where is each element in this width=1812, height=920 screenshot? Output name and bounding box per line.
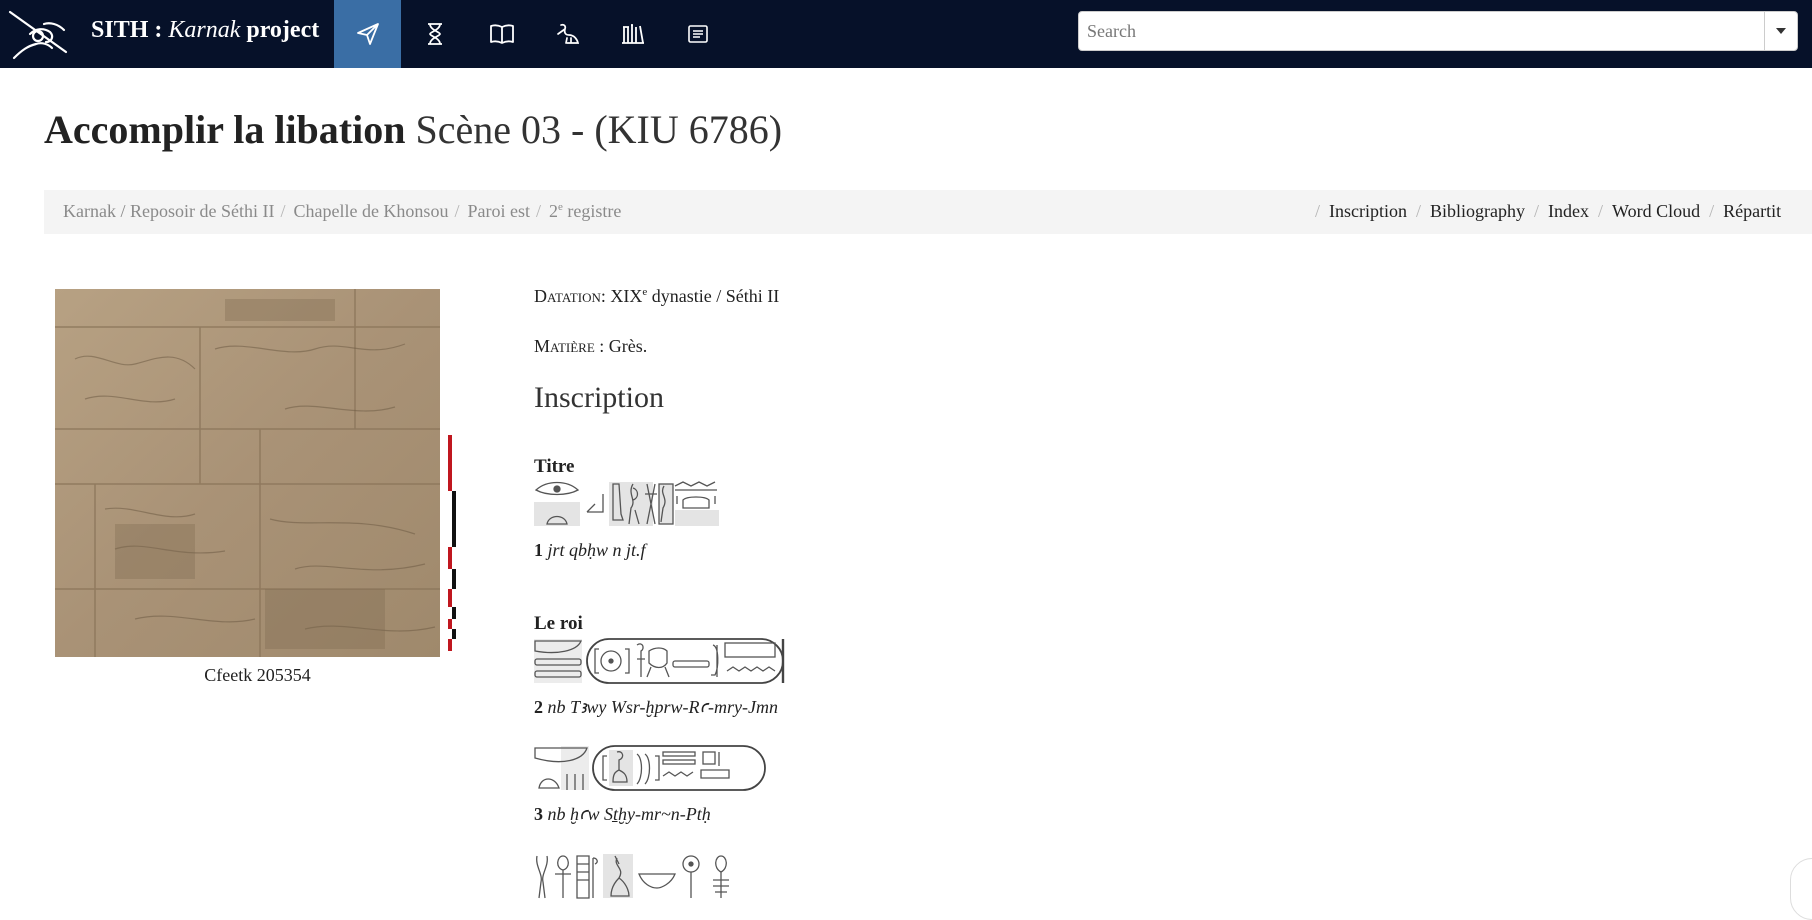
tab-word-cloud[interactable]: Word Cloud <box>1612 201 1700 221</box>
relief-photo[interactable] <box>55 289 440 657</box>
hourglass-icon <box>427 23 442 45</box>
datation-prefix: : XIX <box>600 286 643 306</box>
page-title: Accomplir la libation Scène 03 - (KIU 67… <box>44 106 782 153</box>
translit-line-2: 2 nb Tꜣwy Wsr-ḫprw-Rꜥ-mry-Jmn <box>534 697 778 718</box>
nav-library-button[interactable] <box>599 0 666 68</box>
breadcrumb-item[interactable]: Chapelle de Khonsou <box>293 201 448 221</box>
nav-book-button[interactable] <box>468 0 535 68</box>
breadcrumb-bar: Karnak / Reposoir de Séthi II / Chapelle d… <box>44 190 1812 234</box>
crumb-last-prefix: 2 <box>548 201 558 221</box>
caret-down-icon <box>1776 28 1786 34</box>
breadcrumb-item[interactable]: Paroi est <box>467 201 530 221</box>
logo-icon[interactable] <box>6 6 74 62</box>
translit-text: nb ḫꜥw Sṯḫy-mr~n-Ptḥ <box>547 804 711 824</box>
title-rest: Scène 03 - (KIU 6786) <box>415 107 783 152</box>
tab-separator: / <box>1315 201 1321 221</box>
search-box <box>1078 11 1798 51</box>
hieroglyph-cartouche-1 <box>534 638 785 684</box>
figure-caption: Cfeetk 205354 <box>204 665 311 685</box>
tab-separator: / <box>1534 201 1540 221</box>
translit-line-3: 3 nb ḫꜥw Sṯḫy-mr~n-Ptḥ <box>534 804 711 825</box>
hieroglyph-cartouche-2 <box>534 745 766 791</box>
search-input[interactable] <box>1079 12 1764 50</box>
nav-list-button[interactable] <box>664 0 731 68</box>
book-icon <box>489 24 514 44</box>
matiere-value: : Grès. <box>594 336 648 356</box>
breadcrumb-separator: / <box>535 201 541 221</box>
translit-text: jrt qbḥw n jt.f <box>547 540 646 560</box>
title-bold: Accomplir la libation <box>44 107 406 152</box>
brand-prefix: SITH : <box>91 17 169 43</box>
tab-separator: / <box>1598 201 1604 221</box>
tab-separator: / <box>1709 201 1715 221</box>
section-tabs: / Inscription / Bibliography / Index / Word Clo… <box>1306 201 1781 222</box>
tab-bibliography[interactable]: Bibliography <box>1430 201 1525 221</box>
line-number: 2 <box>534 697 543 717</box>
translit-text: nb Tꜣwy Wsr-ḫprw-Rꜥ-mry-Jmn <box>547 697 779 717</box>
datation-line: Datation: XIXe dynastie / Séthi II <box>534 286 779 307</box>
breadcrumb-item[interactable]: Karnak / Reposoir de Séthi II <box>63 201 274 221</box>
group-label-le-roi: Le roi <box>534 613 583 634</box>
top-navbar: SITH : Karnak project <box>0 0 1812 68</box>
tab-index[interactable]: Index <box>1548 201 1589 221</box>
tab-separator: / <box>1416 201 1422 221</box>
tab-repartition[interactable]: Répartit <box>1723 201 1781 221</box>
line-number: 3 <box>534 804 543 824</box>
group-label-titre: Titre <box>534 456 575 477</box>
datation-label: Datation <box>534 286 601 306</box>
translit-line-1: 1 jrt qbḥw n jt.f <box>534 540 646 561</box>
breadcrumb-separator: / <box>454 201 460 221</box>
list-icon <box>687 25 708 43</box>
search-dropdown-toggle[interactable] <box>1764 12 1797 50</box>
matiere-line: Matière : Grès. <box>534 336 647 357</box>
scale-bar-icon <box>448 435 456 651</box>
inscription-heading: Inscription <box>534 381 664 414</box>
crumb-last-suffix: registre <box>562 201 622 221</box>
matiere-label: Matière <box>534 336 595 356</box>
hieroglyph-sequence-1 <box>534 481 719 526</box>
nav-ibis-button[interactable] <box>534 0 601 68</box>
brand-title[interactable]: SITH : Karnak project <box>91 17 319 44</box>
nav-time-button[interactable] <box>401 0 468 68</box>
breadcrumb-item-current[interactable]: 2e registre <box>549 201 621 221</box>
brand-suffix: project <box>240 17 320 43</box>
nav-send-button[interactable] <box>334 0 401 68</box>
paper-plane-icon <box>356 23 379 45</box>
relief-image <box>55 289 440 657</box>
tab-inscription[interactable]: Inscription <box>1329 201 1407 221</box>
datation-suffix: dynastie / Séthi II <box>647 286 780 306</box>
breadcrumb-separator: / <box>280 201 286 221</box>
line-number: 1 <box>534 540 543 560</box>
brand-italic: Karnak <box>168 17 241 43</box>
library-icon <box>621 24 644 44</box>
breadcrumb: Karnak / Reposoir de Séthi II / Chapelle d… <box>63 201 621 222</box>
ibis-icon <box>556 23 579 44</box>
hieroglyph-sequence-2 <box>536 854 729 899</box>
